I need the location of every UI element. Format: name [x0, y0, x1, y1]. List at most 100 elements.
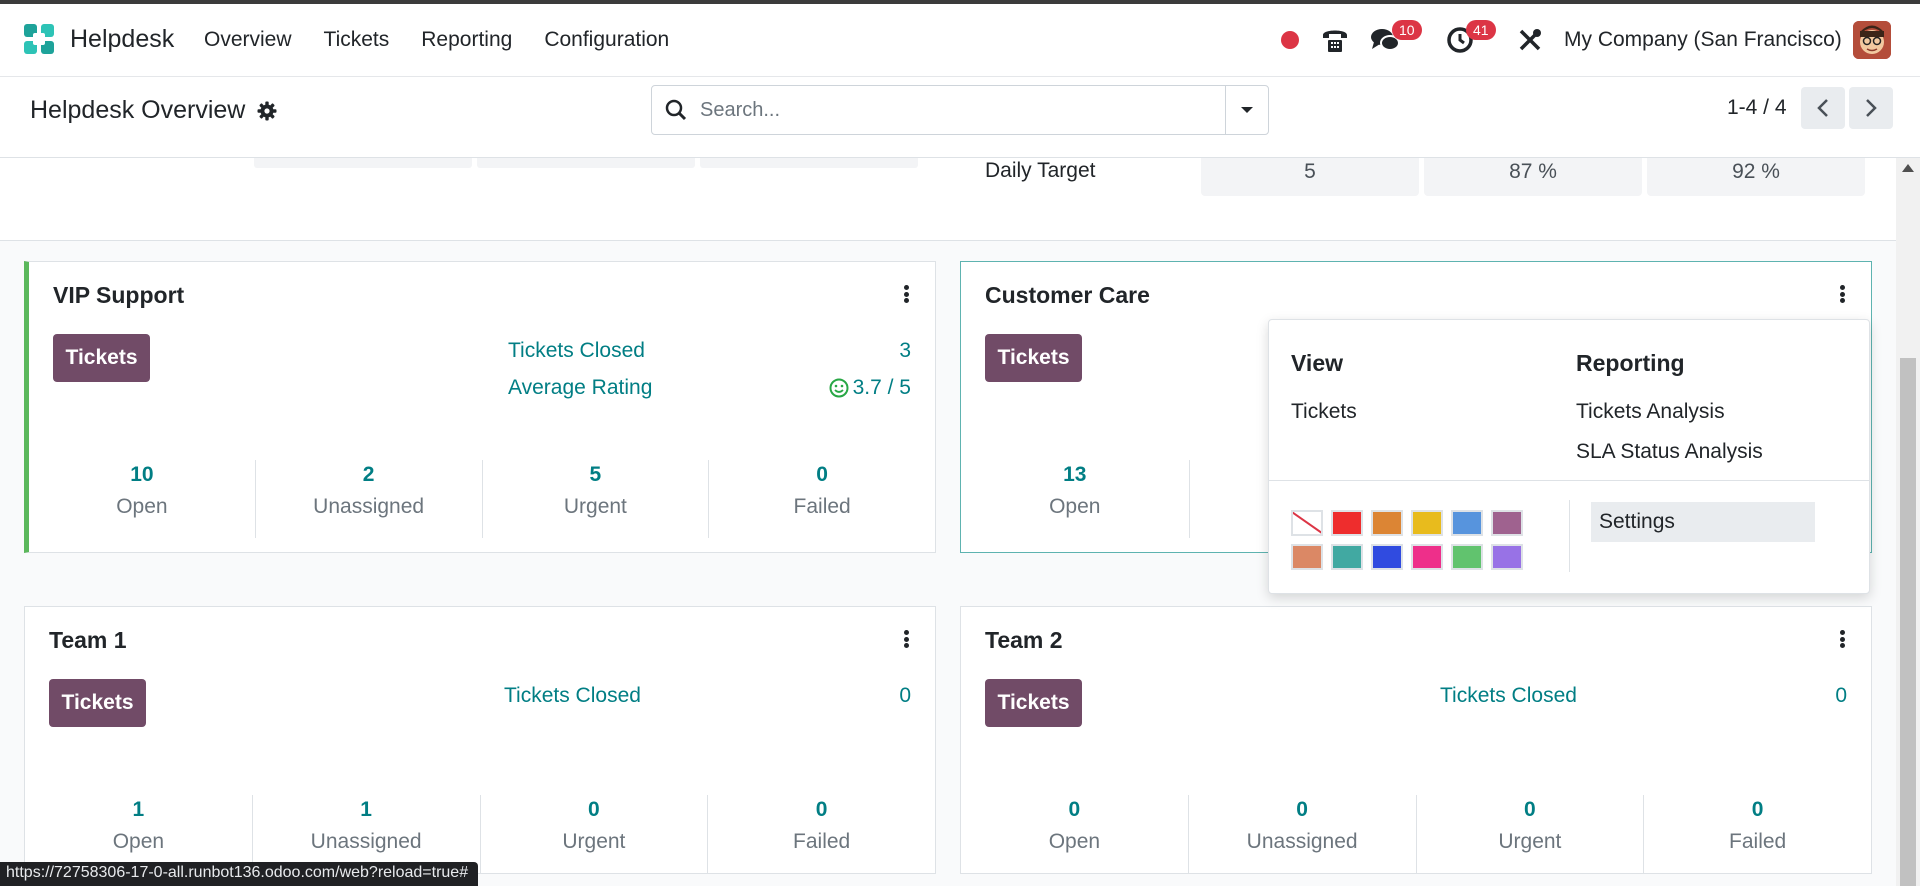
page-title: Helpdesk Overview	[30, 96, 246, 124]
tickets-closed-value[interactable]: 3	[899, 339, 911, 363]
team-name[interactable]: VIP Support	[53, 282, 184, 309]
average-rating[interactable]: 3.7 / 5	[829, 376, 911, 400]
team-name[interactable]: Team 1	[49, 627, 127, 654]
scroll-up-arrow-icon[interactable]	[1902, 164, 1914, 172]
phone-icon	[1323, 30, 1347, 52]
card-menu-kebab-icon[interactable]	[1837, 627, 1847, 651]
counter-value: 5	[589, 463, 602, 486]
counter-value: 1	[360, 798, 372, 821]
reporting-item-sla-status-analysis[interactable]: SLA Status Analysis	[1576, 440, 1763, 464]
settings-menu-item[interactable]: Settings	[1591, 502, 1815, 542]
counter-urgent[interactable]: 0 Urgent	[481, 795, 709, 873]
scrollbar-thumb[interactable]	[1900, 358, 1916, 886]
divider	[1269, 480, 1869, 481]
counter-label: Urgent	[1498, 830, 1562, 853]
reporting-item-tickets-analysis[interactable]: Tickets Analysis	[1576, 400, 1725, 424]
user-menu[interactable]	[1853, 18, 1891, 62]
caret-down-icon	[1241, 107, 1253, 113]
tickets-button[interactable]: Tickets	[53, 334, 150, 382]
activities-button[interactable]: 41	[1446, 18, 1496, 62]
color-swatch[interactable]	[1371, 510, 1403, 536]
view-item-tickets[interactable]: Tickets	[1291, 400, 1357, 424]
pager-previous-button[interactable]	[1801, 87, 1845, 129]
counter-label: Failed	[1729, 830, 1787, 853]
debug-tools-button[interactable]	[1517, 18, 1543, 62]
counter-value: 0	[1068, 798, 1081, 821]
card-dropdown-menu: View Tickets Reporting Tickets Analysis …	[1268, 319, 1870, 594]
counter-open[interactable]: 0 Open	[961, 795, 1189, 873]
record-dot-icon	[1281, 31, 1299, 49]
color-swatch[interactable]	[1291, 544, 1323, 570]
counter-label: Urgent	[562, 830, 626, 853]
breadcrumb: Helpdesk Overview	[30, 96, 277, 125]
counter-value: 0	[1751, 798, 1764, 821]
recording-indicator[interactable]	[1281, 18, 1299, 62]
counter-unassigned[interactable]: 0 Unassigned	[1189, 795, 1417, 873]
divider	[1569, 500, 1570, 572]
counter-label: Urgent	[563, 495, 627, 518]
counter-value: 10	[130, 463, 154, 486]
pager-next-button[interactable]	[1849, 87, 1893, 129]
card-menu-kebab-icon[interactable]	[901, 282, 911, 306]
search-icon	[652, 98, 700, 122]
search-options-toggle[interactable]	[1225, 86, 1268, 134]
counter-label: Open	[1048, 830, 1101, 853]
phone-button[interactable]	[1320, 18, 1350, 62]
messages-badge: 10	[1392, 20, 1422, 40]
tickets-closed-label[interactable]: Tickets Closed	[508, 339, 645, 363]
tickets-closed-value[interactable]: 0	[899, 684, 911, 708]
tickets-button[interactable]: Tickets	[985, 334, 1082, 382]
color-swatch[interactable]	[1331, 544, 1363, 570]
scrollbar[interactable]	[1896, 158, 1920, 886]
search-input[interactable]	[700, 98, 1225, 122]
counter-open[interactable]: 10 Open	[29, 460, 256, 538]
pager-value[interactable]: 1-4 / 4	[1727, 96, 1787, 120]
daily-target-value[interactable]: 87 %	[1424, 158, 1642, 196]
counter-failed[interactable]: 0 Failed	[1644, 795, 1871, 873]
tickets-closed-label[interactable]: Tickets Closed	[504, 684, 641, 708]
counter-failed[interactable]: 0 Failed	[708, 795, 935, 873]
chevron-left-icon	[1817, 99, 1828, 117]
color-swatch[interactable]	[1451, 510, 1483, 536]
color-swatch-none[interactable]	[1291, 510, 1323, 536]
messages-button[interactable]: 10	[1370, 18, 1422, 62]
team-name[interactable]: Team 2	[985, 627, 1063, 654]
tickets-closed-label[interactable]: Tickets Closed	[1440, 684, 1577, 708]
gear-icon[interactable]	[257, 101, 277, 121]
daily-target-value[interactable]: 92 %	[1647, 158, 1865, 196]
color-swatch[interactable]	[1411, 510, 1443, 536]
color-swatch[interactable]	[1331, 510, 1363, 536]
counter-value: 0	[815, 798, 828, 821]
color-swatch[interactable]	[1491, 510, 1523, 536]
counter-value: 1	[132, 798, 145, 821]
card-menu-kebab-icon[interactable]	[901, 627, 911, 651]
average-rating-value: 3.7 / 5	[852, 376, 911, 399]
daily-target-label: Daily Target	[985, 159, 1096, 182]
counter-urgent[interactable]: 5 Urgent	[483, 460, 710, 538]
color-swatch[interactable]	[1411, 544, 1443, 570]
color-swatch[interactable]	[1371, 544, 1403, 570]
counter-label: Unassigned	[1246, 830, 1358, 853]
performance-summary: Daily Target 5 87 % 92 %	[0, 158, 1896, 241]
tickets-button[interactable]: Tickets	[985, 679, 1082, 727]
counter-open[interactable]: 13 Open	[961, 460, 1190, 538]
daily-target-value[interactable]: 5	[1201, 158, 1419, 196]
team-name[interactable]: Customer Care	[985, 282, 1150, 309]
view-heading: View	[1291, 350, 1343, 376]
counter-value: 2	[362, 463, 375, 486]
tickets-button[interactable]: Tickets	[49, 679, 146, 727]
tickets-closed-value[interactable]: 0	[1835, 684, 1847, 708]
counter-label: Unassigned	[310, 830, 422, 853]
control-panel: Helpdesk Overview 1-4 / 4	[0, 77, 1920, 158]
counter-unassigned[interactable]: 2 Unassigned	[256, 460, 483, 538]
top-navbar: Helpdesk Overview Tickets Reporting Conf…	[0, 0, 1920, 77]
average-rating-label[interactable]: Average Rating	[508, 376, 652, 400]
card-menu-kebab-icon[interactable]	[1837, 282, 1847, 306]
counter-urgent[interactable]: 0 Urgent	[1417, 795, 1645, 873]
company-switcher[interactable]: My Company (San Francisco)	[1564, 18, 1842, 62]
counter-value: 0	[1524, 798, 1536, 821]
counter-failed[interactable]: 0 Failed	[709, 460, 935, 538]
counter-label: Failed	[793, 830, 851, 853]
color-swatch[interactable]	[1491, 544, 1523, 570]
color-swatch[interactable]	[1451, 544, 1483, 570]
